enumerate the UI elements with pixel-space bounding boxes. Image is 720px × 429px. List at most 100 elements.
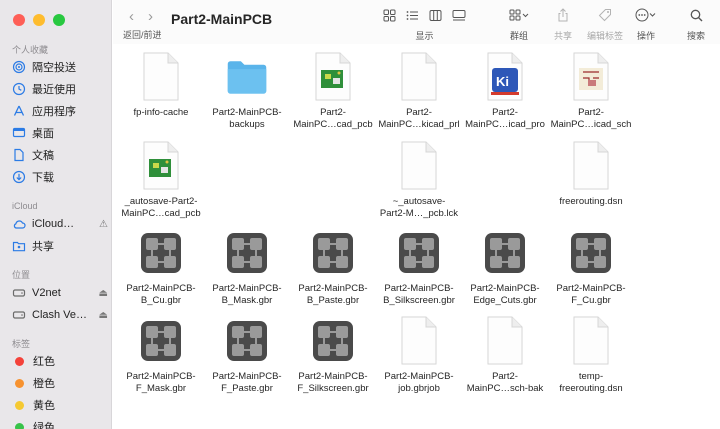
sidebar-item-label: 隔空投送 — [32, 62, 76, 74]
file-item[interactable]: Part2-MainPCB- backups — [199, 52, 295, 131]
sidebar-tag-label: 绿色 — [33, 422, 55, 429]
kicad-pcb-file-icon — [140, 141, 182, 191]
sidebar-item-favorite-2[interactable]: 应用程序 — [12, 101, 108, 121]
file-name: _autosave-Part2- MainPC…cad_pcb — [121, 196, 201, 219]
file-name: Part2-MainPCB- B_Cu.gbr — [126, 283, 196, 306]
sidebar-item-icloud-drive[interactable]: iCloud… ⚠ — [12, 214, 108, 234]
share-icon[interactable] — [557, 8, 569, 22]
back-chevron-icon[interactable]: ‹ — [129, 8, 134, 25]
forward-chevron-icon[interactable]: › — [148, 8, 153, 25]
file-item[interactable]: Part2-MainPCB- job.gbrjob — [371, 316, 467, 395]
sidebar-item-v2net[interactable]: V2net ⏏ — [12, 283, 108, 303]
gerber-file-icon — [398, 228, 440, 278]
list-view-icon[interactable] — [406, 9, 419, 22]
file-name: Part2-MainPCB- backups — [212, 107, 282, 130]
close-window-button[interactable] — [13, 14, 25, 26]
gerber-file-icon — [140, 228, 182, 278]
navigation-buttons: ‹ › — [129, 8, 153, 25]
file-item[interactable]: Part2- MainPC…cad_pcb — [285, 52, 381, 131]
file-name: freerouting.dsn — [559, 196, 623, 207]
column-view-icon[interactable] — [429, 9, 442, 22]
sidebar-item-favorite-1[interactable]: 最近使用 — [12, 79, 108, 99]
disk-icon — [12, 308, 26, 322]
shared-folder-icon — [12, 239, 26, 253]
grid-view-icon[interactable] — [383, 9, 396, 22]
download-icon — [12, 170, 26, 184]
sidebar-tag-0[interactable]: 红色 — [12, 351, 108, 371]
file-item[interactable]: freerouting.dsn — [543, 141, 639, 208]
sidebar-item-shared[interactable]: 共享 — [12, 236, 108, 256]
blank-file-icon — [570, 141, 612, 191]
sidebar-item-label: Clash Ve… — [32, 309, 88, 321]
share-control[interactable]: 共享 — [554, 7, 572, 42]
airdrop-icon — [12, 60, 26, 74]
sidebar-item-clash[interactable]: Clash Ve… ⏏ — [12, 305, 108, 325]
file-item[interactable]: Part2-MainPCB- F_Paste.gbr — [199, 316, 295, 395]
file-item[interactable]: temp- freerouting.dsn — [543, 316, 639, 395]
sidebar-item-favorite-0[interactable]: 隔空投送 — [12, 57, 108, 77]
gerber-file-icon — [226, 228, 268, 278]
file-item[interactable]: _autosave-Part2- MainPC…cad_pcb — [113, 141, 209, 220]
view-control[interactable]: 显示 — [383, 7, 466, 42]
file-item[interactable]: Part2- MainPC…icad_sch — [543, 52, 639, 131]
file-item[interactable]: Part2-MainPCB- F_Silkscreen.gbr — [285, 316, 381, 395]
group-control[interactable]: 群组 — [509, 7, 529, 42]
sidebar-item-favorite-3[interactable]: 桌面 — [12, 123, 108, 143]
window-title: Part2-MainPCB — [171, 11, 273, 27]
action-control[interactable]: 操作 — [635, 7, 657, 42]
blank-file-icon — [484, 316, 526, 366]
file-item[interactable]: Part2-MainPCB- B_Silkscreen.gbr — [371, 228, 467, 307]
file-item[interactable]: Part2- MainPC…kicad_prl — [371, 52, 467, 131]
file-item[interactable]: Part2-MainPCB- F_Mask.gbr — [113, 316, 209, 395]
file-name: temp- freerouting.dsn — [559, 371, 623, 394]
gerber-file-icon — [570, 228, 612, 278]
tag-color-dot-icon — [15, 422, 24, 429]
folder-file-icon — [226, 52, 268, 102]
kicad-pcb-file-icon — [312, 52, 354, 102]
tag-icon[interactable] — [598, 8, 612, 22]
eject-icon[interactable]: ⏏ — [99, 288, 108, 299]
toolbar: ‹ › 返回/前进 Part2-MainPCB 显示 群组 共享 编辑标签 操作… — [113, 0, 720, 44]
file-item[interactable]: Part2- MainPC…sch-bak — [457, 316, 553, 395]
kicad-pro-file-icon: Ki — [484, 52, 526, 102]
file-item[interactable]: Part2-MainPCB- B_Cu.gbr — [113, 228, 209, 307]
file-item[interactable]: Part2-MainPCB- B_Mask.gbr — [199, 228, 295, 307]
file-name: Part2-MainPCB- B_Mask.gbr — [212, 283, 282, 306]
sidebar-tag-3[interactable]: 绿色 — [12, 417, 108, 429]
zoom-window-button[interactable] — [53, 14, 65, 26]
sidebar-item-label: 共享 — [32, 241, 54, 253]
file-item[interactable]: fp-info-cache — [113, 52, 209, 119]
sidebar-tag-1[interactable]: 橙色 — [12, 373, 108, 393]
locations-section-title: 位置 — [12, 270, 31, 280]
more-actions-icon[interactable] — [635, 8, 657, 22]
file-name: ~_autosave- Part2-M…_pcb.lck — [379, 196, 459, 219]
tags-control[interactable]: 编辑标签 — [587, 7, 623, 42]
file-name: Part2-MainPCB- job.gbrjob — [384, 371, 454, 394]
sidebar-tag-2[interactable]: 黄色 — [12, 395, 108, 415]
search-control[interactable]: 搜索 — [687, 7, 705, 42]
minimize-window-button[interactable] — [33, 14, 45, 26]
file-item[interactable]: Part2-MainPCB- F_Cu.gbr — [543, 228, 639, 307]
search-icon[interactable] — [690, 9, 703, 22]
blank-file-icon — [398, 52, 440, 102]
gerber-file-icon — [484, 228, 526, 278]
tag-color-dot-icon — [15, 378, 24, 388]
gallery-view-icon[interactable] — [452, 9, 466, 22]
warning-icon[interactable]: ⚠ — [99, 219, 108, 230]
sidebar-item-favorite-5[interactable]: 下载 — [12, 167, 108, 187]
sidebar-item-favorite-4[interactable]: 文稿 — [12, 145, 108, 165]
action-label: 操作 — [636, 31, 655, 41]
file-item[interactable]: ~_autosave- Part2-M…_pcb.lck — [371, 141, 467, 220]
sidebar-item-label: 文稿 — [32, 150, 54, 162]
sidebar-item-label: iCloud… — [32, 218, 75, 230]
group-icon[interactable] — [509, 9, 529, 22]
file-item[interactable]: Part2-MainPCB- B_Paste.gbr — [285, 228, 381, 307]
file-item[interactable]: Part2-MainPCB- Edge_Cuts.gbr — [457, 228, 553, 307]
disk-icon — [12, 286, 26, 300]
sidebar-tag-label: 红色 — [33, 356, 55, 368]
search-label: 搜索 — [687, 31, 706, 41]
eject-icon[interactable]: ⏏ — [99, 310, 108, 321]
file-name: Part2-MainPCB- F_Mask.gbr — [126, 371, 196, 394]
sidebar-tag-label: 黄色 — [33, 400, 55, 412]
file-item[interactable]: Ki Part2- MainPC…icad_pro — [457, 52, 553, 131]
